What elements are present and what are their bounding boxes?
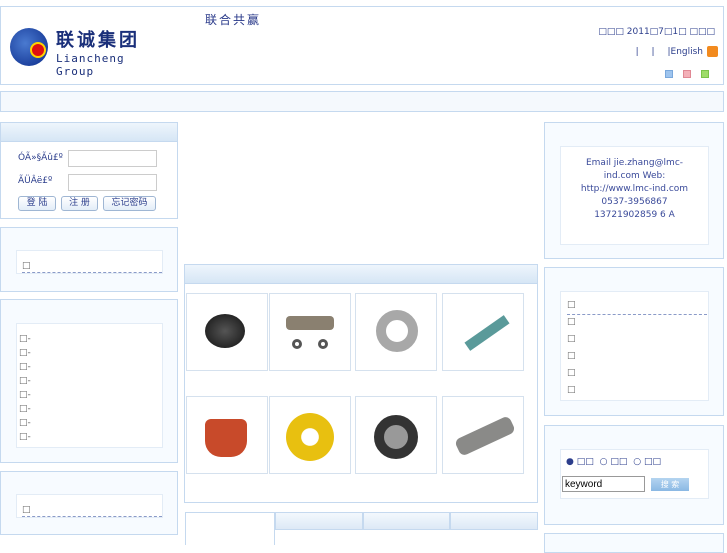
tab-4[interactable] — [450, 512, 538, 530]
home-icon[interactable] — [665, 70, 673, 78]
login-box: ÓÃ»§Ãû£º ÃÜÂë£º 登 陆 注 册 忘记密码 — [0, 122, 178, 219]
left-box-3: □- □- □- □- □- □- □- □- — [0, 299, 178, 463]
username-input[interactable] — [68, 150, 157, 167]
list-item[interactable]: □ — [22, 505, 162, 517]
list-item[interactable]: □- — [19, 418, 31, 428]
link-english[interactable]: |English — [667, 47, 703, 57]
top-links: | | |English — [636, 47, 703, 57]
date-text: □□□ 2011□7□1□ □□□ — [598, 27, 715, 37]
header: 联诚集团 Liancheng Group 联合共赢 □□□ 2011□7□1□ … — [0, 6, 724, 85]
product-image[interactable] — [186, 293, 268, 371]
product-panel-header — [185, 265, 537, 284]
radio-option-1[interactable]: ● □□ — [566, 457, 594, 467]
product-image[interactable] — [442, 293, 524, 371]
login-box-header — [1, 123, 177, 142]
product-image[interactable] — [269, 293, 351, 371]
nav-bar — [0, 91, 724, 112]
right-box-4 — [544, 533, 724, 553]
right-list-box: □ □ □ □ □ □ — [544, 267, 724, 416]
logo-en: Liancheng Group — [56, 52, 125, 78]
list-item[interactable]: □ — [567, 317, 576, 327]
left-box-2-inner: □ — [16, 250, 163, 274]
tab-2[interactable] — [275, 512, 363, 530]
product-image[interactable] — [355, 396, 437, 474]
left-box-4-inner: □ — [16, 494, 163, 518]
logo-cn: 联诚集团 — [56, 30, 140, 51]
list-item[interactable]: □- — [19, 334, 31, 344]
password-label: ÃÜÂë£º — [18, 176, 53, 186]
right-list-inner: □ □ □ □ □ □ — [560, 291, 709, 401]
list-item[interactable]: □- — [19, 348, 31, 358]
list-item[interactable]: □ — [567, 385, 576, 395]
contact-icon[interactable] — [701, 70, 709, 78]
tab-1[interactable] — [185, 512, 275, 545]
product-image[interactable] — [355, 293, 437, 371]
radio-option-2[interactable]: ○ □□ — [600, 457, 628, 467]
tab-3[interactable] — [363, 512, 450, 530]
search-options: ● □□ ○ □□ ○ □□ — [566, 457, 661, 467]
list-item[interactable]: □ — [22, 261, 162, 273]
register-button[interactable]: 注 册 — [61, 196, 98, 211]
list-item[interactable]: □ — [567, 368, 576, 378]
password-input[interactable] — [68, 174, 157, 191]
product-image[interactable] — [442, 396, 524, 474]
left-box-4: □ — [0, 471, 178, 535]
search-box: ● □□ ○ □□ ○ □□ 搜 索 — [544, 425, 724, 525]
rss-icon[interactable] — [707, 46, 718, 57]
left-box-3-inner: □- □- □- □- □- □- □- □- — [16, 323, 163, 448]
link-1[interactable]: | — [636, 47, 639, 57]
link-2[interactable]: | — [652, 47, 655, 57]
radio-option-3[interactable]: ○ □□ — [633, 457, 661, 467]
logo[interactable]: 联诚集团 Liancheng Group — [10, 26, 160, 78]
username-label: ÓÃ»§Ãû£º — [18, 153, 63, 163]
list-item[interactable]: □- — [19, 362, 31, 372]
logo-emblem-icon — [10, 28, 48, 66]
list-item[interactable]: □ — [567, 351, 576, 361]
product-image[interactable] — [186, 396, 268, 474]
list-item[interactable]: □- — [19, 376, 31, 386]
search-inner: ● □□ ○ □□ ○ □□ 搜 索 — [560, 449, 709, 499]
slogan: 联合共赢 — [205, 13, 262, 27]
list-item[interactable]: □ — [567, 334, 576, 344]
list-item[interactable]: □ — [567, 300, 707, 315]
list-item[interactable]: □- — [19, 390, 31, 400]
contact-box: Email jie.zhang@lmc-ind.com Web: http://… — [544, 122, 724, 259]
contact-box-inner: Email jie.zhang@lmc-ind.com Web: http://… — [560, 146, 709, 245]
search-button[interactable]: 搜 索 — [651, 478, 689, 491]
list-item[interactable]: □- — [19, 404, 31, 414]
left-box-2: □ — [0, 227, 178, 292]
product-image[interactable] — [269, 396, 351, 474]
forgot-password-button[interactable]: 忘记密码 — [103, 196, 156, 211]
favorite-icon[interactable] — [683, 70, 691, 78]
login-button[interactable]: 登 陆 — [18, 196, 56, 211]
list-item[interactable]: □- — [19, 432, 31, 442]
search-input[interactable] — [562, 476, 645, 492]
contact-text: Email jie.zhang@lmc-ind.com Web: http://… — [580, 158, 689, 220]
